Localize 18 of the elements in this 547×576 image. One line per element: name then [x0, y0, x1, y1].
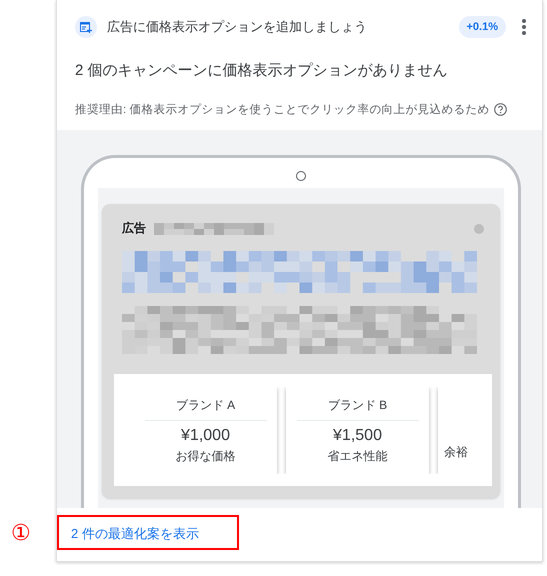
brand-name: ブランド B [328, 397, 388, 414]
help-icon[interactable] [494, 102, 508, 116]
price-extension-icon [75, 16, 97, 38]
price-description: お得な価格 [176, 448, 236, 465]
price-description: 余裕 [444, 444, 468, 461]
price: ¥1,500 [333, 426, 382, 446]
camera-icon [296, 171, 306, 181]
uplift-badge: +0.1% [458, 16, 506, 38]
brand-name: ブランド A [176, 397, 236, 414]
price: ¥1,000 [181, 426, 230, 446]
view-optimizations-link[interactable]: 2 件の最適化案を表示 [71, 525, 199, 543]
recommendation-reason: 推奨理由: 価格表示オプションを使うことでクリック率の向上が見込めるため [75, 102, 490, 116]
info-icon [474, 224, 484, 234]
price-description: 省エネ性能 [328, 448, 388, 465]
recommendation-headline: 2 個のキャンペーンに価格表示オプションがありません [75, 62, 448, 79]
annotation-number: ① [11, 520, 31, 546]
recommendation-title: 広告に価格表示オプションを追加しましょう [107, 18, 367, 36]
ad-label: 広告 [122, 220, 146, 237]
